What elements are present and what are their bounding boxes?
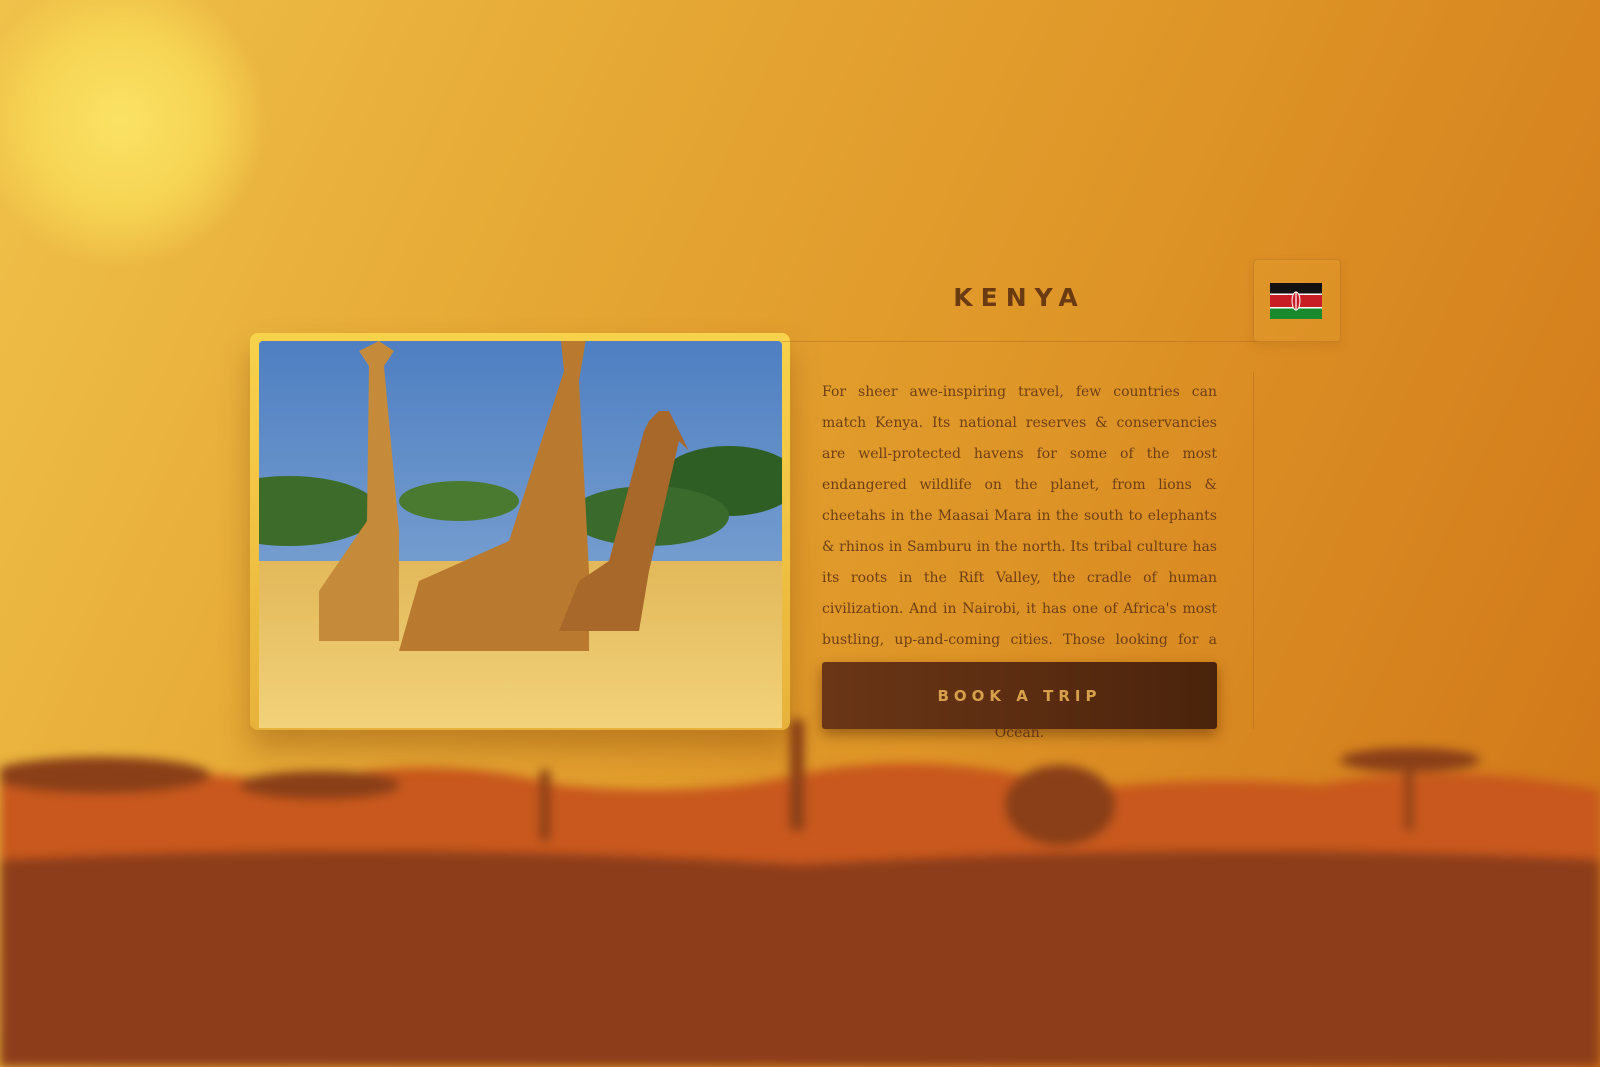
savanna-silhouette-background [0, 720, 1600, 1067]
content-divider [1253, 372, 1254, 729]
book-trip-button[interactable]: BOOK A TRIP [822, 662, 1217, 729]
flag-badge [1253, 259, 1341, 342]
giraffe-photo [259, 341, 782, 728]
kenya-flag-icon [1270, 283, 1322, 319]
header-divider [782, 341, 1258, 342]
country-title: KENYA [953, 283, 1086, 312]
sun-glow [0, 0, 260, 260]
